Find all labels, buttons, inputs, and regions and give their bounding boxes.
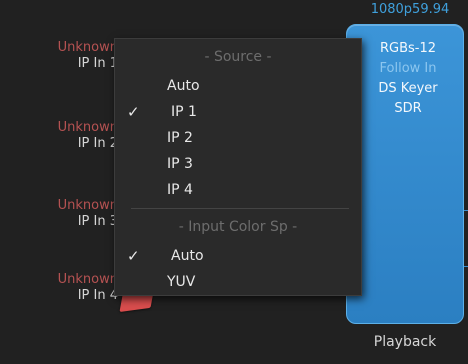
output-follow-mode: Follow In xyxy=(379,61,437,76)
menu-item-label: IP 1 xyxy=(171,104,197,120)
menu-item-label: IP 4 xyxy=(167,182,193,198)
menu-item-label: Auto xyxy=(171,248,204,264)
menu-item-source-ip4[interactable]: IP 4 xyxy=(115,177,361,203)
output-format: 1080p59.94 xyxy=(370,2,450,17)
menu-header-source: - Source - xyxy=(204,49,272,65)
card-tick xyxy=(464,210,468,211)
menu-item-color-auto[interactable]: ✓ Auto xyxy=(115,243,361,269)
menu-item-label: IP 3 xyxy=(167,156,193,172)
menu-item-label: Auto xyxy=(167,78,200,94)
output-keyer: DS Keyer xyxy=(378,81,438,96)
menu-item-label: IP 2 xyxy=(167,130,193,146)
menu-item-source-auto[interactable]: Auto xyxy=(115,73,361,99)
menu-item-source-ip1[interactable]: ✓ IP 1 xyxy=(115,99,361,125)
output-color-format: RGBs-12 xyxy=(379,41,437,56)
menu-header-color-space: - Input Color Sp - xyxy=(178,219,298,235)
source-context-menu[interactable]: - Source - Auto ✓ IP 1 IP 2 IP 3 IP 4 - … xyxy=(114,38,362,296)
device-canvas: Unknown IP In 1 Unknown IP In 2 Unknown … xyxy=(0,0,468,364)
checkmark-icon: ✓ xyxy=(127,103,140,121)
menu-item-label: YUV xyxy=(167,274,196,290)
checkmark-icon: ✓ xyxy=(127,247,140,265)
menu-separator xyxy=(131,208,349,209)
output-dynamic-range: SDR xyxy=(394,101,422,116)
menu-item-source-ip3[interactable]: IP 3 xyxy=(115,151,361,177)
output-label: Playback xyxy=(373,334,437,350)
menu-item-color-yuv[interactable]: YUV xyxy=(115,269,361,295)
menu-item-source-ip2[interactable]: IP 2 xyxy=(115,125,361,151)
card-tick xyxy=(464,266,468,267)
